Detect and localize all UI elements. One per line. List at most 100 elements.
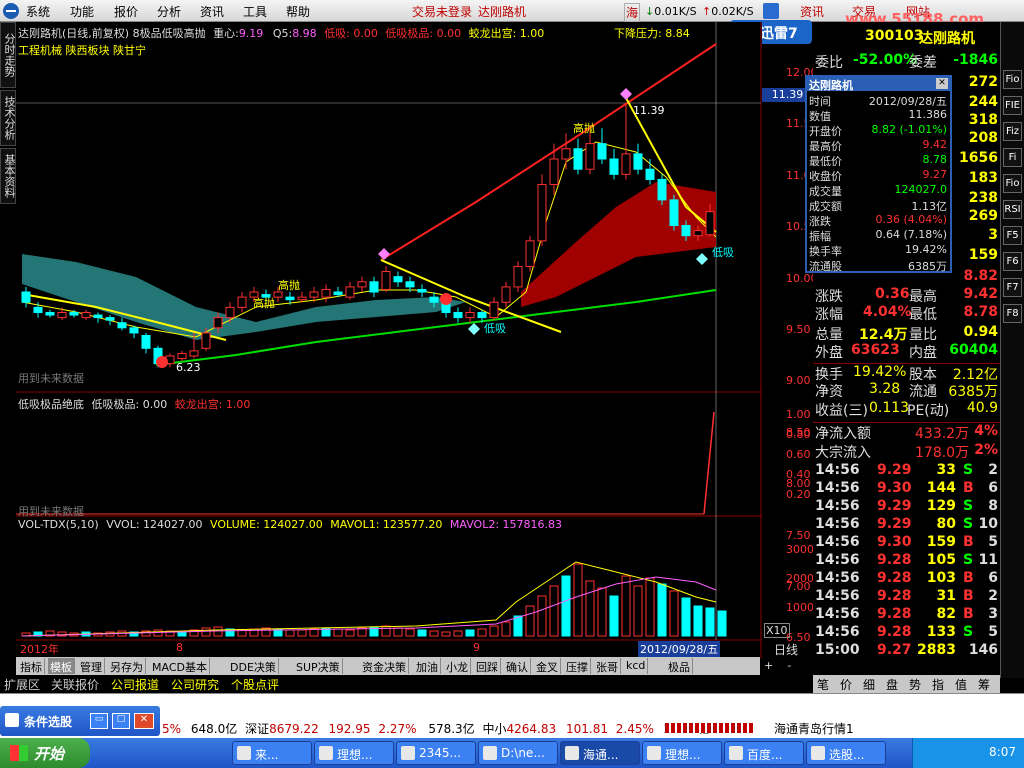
sub-tick: 0.60 <box>786 448 811 461</box>
popup-row-value: 11.386 <box>908 108 948 121</box>
tool-button[interactable]: FIE <box>1003 96 1022 115</box>
taskbar-item[interactable]: D:\ne... <box>478 741 558 765</box>
taskbar-item[interactable]: 海通... <box>560 741 640 765</box>
tab-technical[interactable]: 技术分析 <box>0 90 16 146</box>
candle-body <box>477 311 487 319</box>
menu-function[interactable]: 功能 <box>70 3 94 20</box>
indicator-tab[interactable]: 压撑 <box>564 658 591 674</box>
minus-icon[interactable]: - <box>787 659 791 672</box>
chart-canvas[interactable] <box>16 22 762 658</box>
menu-tools[interactable]: 工具 <box>243 3 267 20</box>
data-popup[interactable]: 达刚路机 ✕ 时间 2012/09/28/五 数值 11.386 开盘价 8.82 (-1… <box>805 75 952 273</box>
maximize-icon[interactable]: □ <box>112 713 130 729</box>
tick-price: 9.28 <box>877 552 912 568</box>
link-news[interactable]: 资讯 <box>800 3 824 20</box>
indicator-tab[interactable]: SUP决策 <box>294 658 343 674</box>
right-tab[interactable]: 盘 <box>886 676 898 693</box>
indicator-tab[interactable]: 管理 <box>78 658 105 674</box>
candle-body <box>585 143 595 170</box>
popup-row: 数值 11.386 <box>807 108 950 123</box>
tool-button[interactable]: F7 <box>1003 278 1022 297</box>
indicator-tab[interactable]: 小龙 <box>444 658 471 674</box>
tool-button[interactable]: Fio <box>1003 174 1022 193</box>
candle-body <box>69 311 79 316</box>
tick-time: 14:56 <box>815 588 860 604</box>
volume-bar <box>177 631 187 637</box>
right-tab[interactable]: 价 <box>840 676 852 693</box>
globe-icon[interactable] <box>763 3 779 19</box>
app-icon <box>647 746 661 760</box>
tick-price: 9.28 <box>877 588 912 604</box>
sub-tick: 1.00 <box>786 408 811 421</box>
red-cloud <box>521 182 716 307</box>
indicator-tab[interactable]: 加油 <box>414 658 441 674</box>
indicator-tab[interactable]: kcd <box>624 658 649 674</box>
tool-button[interactable]: Fi <box>1003 148 1022 167</box>
indicator-tab[interactable]: 另存为 <box>108 658 146 674</box>
right-tab[interactable]: 细 <box>863 676 875 693</box>
candle-body <box>369 281 379 293</box>
tool-button[interactable]: F8 <box>1003 304 1022 323</box>
close-icon[interactable]: ✕ <box>134 713 154 729</box>
indicator-tab[interactable]: 确认 <box>504 658 531 674</box>
chart-area[interactable] <box>16 22 762 658</box>
menu-analysis[interactable]: 分析 <box>157 3 181 20</box>
tick-side: S <box>963 462 974 478</box>
indicator-tab[interactable]: 极品 <box>666 658 693 674</box>
tick-time: 14:56 <box>815 462 860 478</box>
haitong-button[interactable]: 海 <box>624 3 641 22</box>
indicator-tab[interactable]: MACD基本 <box>150 658 210 674</box>
start-button[interactable]: 开始 <box>0 738 90 768</box>
indicator-tab[interactable]: 模板 <box>48 658 75 674</box>
indicator-tab[interactable]: DDE决策 <box>228 658 279 674</box>
extension-tab[interactable]: 公司报道 <box>111 676 159 693</box>
right-tab[interactable]: 势 <box>909 676 921 693</box>
tool-button[interactable]: F6 <box>1003 252 1022 271</box>
taskbar-item[interactable]: 百度... <box>724 741 804 765</box>
tool-button[interactable]: F5 <box>1003 226 1022 245</box>
indicator-tab[interactable]: 资金决策 <box>360 658 409 674</box>
tool-button[interactable]: RSI <box>1003 200 1022 219</box>
popup-close-icon[interactable]: ✕ <box>936 78 948 89</box>
tick-price: 9.28 <box>877 570 912 586</box>
taskbar-item[interactable]: 理想... <box>642 741 722 765</box>
taskbar-item[interactable]: 2345... <box>396 741 476 765</box>
tool-button[interactable]: Fiz <box>1003 122 1022 141</box>
volume-bar <box>441 631 451 637</box>
right-tab[interactable]: 值 <box>955 676 967 693</box>
extension-tab[interactable]: 扩展区 <box>4 676 40 693</box>
app-icon <box>565 746 579 760</box>
taskbar-item-label: D:\ne... <box>501 746 545 760</box>
period-label[interactable]: 日线 <box>774 641 798 658</box>
indicator-tab[interactable]: 张哥 <box>594 658 621 674</box>
menu-help[interactable]: 帮助 <box>286 3 310 20</box>
turnover-row: 换手 19.42% 股本 2.12亿 <box>813 363 1000 383</box>
x-label-sep: 9 <box>473 641 480 654</box>
menu-system[interactable]: 系统 <box>26 3 50 20</box>
plus-icon[interactable]: + <box>764 659 773 672</box>
tab-intraday[interactable]: 分时走势 <box>0 22 16 88</box>
tab-fundamental[interactable]: 基本资料 <box>0 148 16 204</box>
zoom-controls[interactable]: + - <box>764 659 812 672</box>
taskbar-item[interactable]: 选股... <box>806 741 886 765</box>
extension-tab[interactable]: 公司研究 <box>171 676 219 693</box>
indicator-tab[interactable]: 回踩 <box>474 658 501 674</box>
tick-price: 9.28 <box>877 624 912 640</box>
restore-icon[interactable]: ▭ <box>90 713 108 729</box>
tool-button[interactable]: Fio <box>1003 70 1022 89</box>
taskbar-item[interactable]: 来... <box>232 741 312 765</box>
indicator-tab[interactable]: 金叉 <box>534 658 561 674</box>
popup-row-label: 数值 <box>809 110 831 123</box>
extension-tab[interactable]: 关联报价 <box>51 676 99 693</box>
volume-bar <box>297 629 307 637</box>
right-tab[interactable]: 筹 <box>978 676 990 693</box>
right-tab[interactable]: 笔 <box>817 676 829 693</box>
extension-tab[interactable]: 个股点评 <box>231 676 279 693</box>
candle-body <box>333 291 343 296</box>
right-tab[interactable]: 指 <box>932 676 944 693</box>
menu-news[interactable]: 资讯 <box>200 3 224 20</box>
indicator-tab[interactable]: 指标 <box>18 658 45 674</box>
condition-select-window[interactable]: 条件选股 ▭ □ ✕ <box>0 706 160 736</box>
taskbar-item[interactable]: 理想... <box>314 741 394 765</box>
menu-quote[interactable]: 报价 <box>114 3 138 20</box>
